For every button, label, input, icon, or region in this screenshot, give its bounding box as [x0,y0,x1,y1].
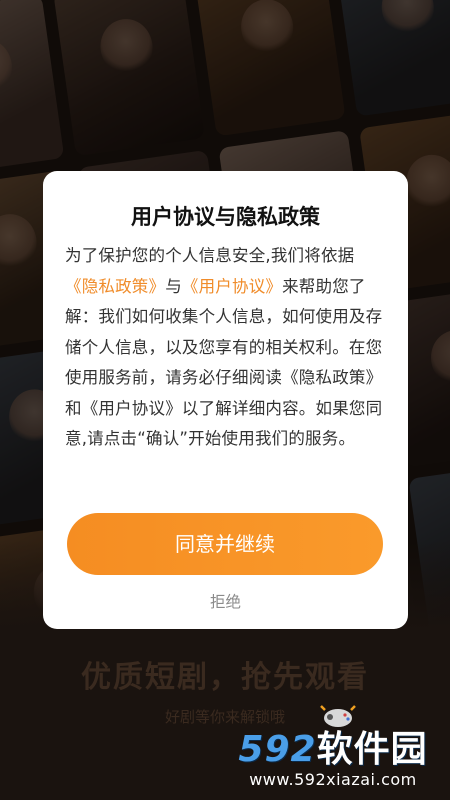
privacy-policy-link[interactable]: 《隐私政策》 [65,277,165,296]
reject-button[interactable]: 拒绝 [43,591,408,613]
slogan: 优质短剧，抢先观看 [81,660,369,695]
body-detail-text: 来帮助您了解：我们如何收集个人信息，如何使用及存储个人信息，以及您享有的相关权利… [65,276,383,449]
agree-continue-button[interactable]: 同意并继续 [67,513,383,575]
watermark-brand: 592软件园 [238,729,428,770]
watermark-logo: 592软件园 www.592xiazai.com [222,730,444,796]
dialog-body-text: 为了保护您的个人信息安全,我们将依据《隐私政策》与《用户协议》来帮助您了解：我们… [65,241,386,455]
sub-slogan: 好剧等你来解锁哦 [164,708,285,726]
user-agreement-link[interactable]: 《用户协议》 [182,277,282,296]
privacy-agreement-dialog: 用户协议与隐私政策 为了保护您的个人信息安全,我们将依据《隐私政策》与《用户协议… [43,171,408,629]
body-connector-text: 与 [165,276,182,296]
body-intro-text: 为了保护您的个人信息安全,我们将依据 [65,246,355,265]
game-controller-icon [320,705,356,727]
dialog-title: 用户协议与隐私政策 [131,205,320,229]
watermark-url: www.592xiazai.com [249,770,417,789]
